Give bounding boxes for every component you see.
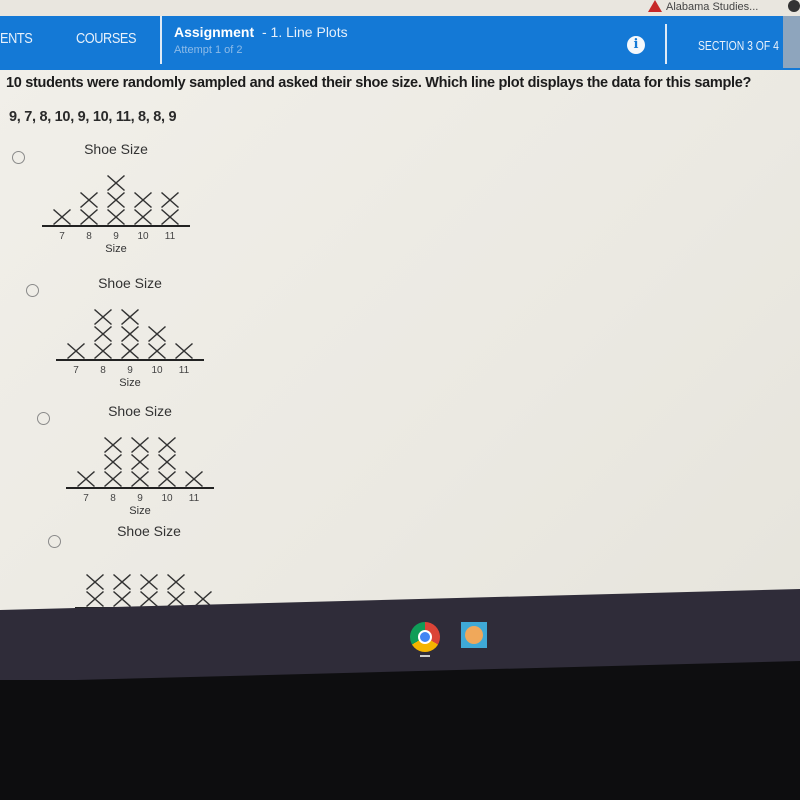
x-mark [94,325,112,343]
active-app-indicator [420,655,430,657]
app-header: ENTS COURSES Assignment - 1. Line Plots … [0,16,800,70]
assignment-label-text: Assignment [174,24,255,40]
x-mark [107,191,125,209]
tick-label: 10 [151,365,163,376]
assignment-label: Assignment [174,24,254,40]
screen-bezel [0,680,800,800]
x-mark [80,208,98,226]
tick-label: 7 [73,365,79,376]
x-mark [148,325,166,343]
x-mark [121,308,139,326]
answer-option-c[interactable]: Shoe Size 7 8 9 10 11 Size [0,400,230,520]
x-mark [107,174,125,192]
x-mark [134,208,152,226]
x-mark [104,453,122,471]
assignment-name: - 1. Line Plots [262,24,348,40]
x-mark [148,342,166,360]
x-mark [94,308,112,326]
x-mark [161,191,179,209]
x-mark [77,470,95,488]
x-axis-label: Size [119,377,140,389]
line-plot-b: Shoe Size 7 8 9 10 11 Size [56,275,204,389]
x-mark [86,590,104,608]
plot-group: Shoe Size 7 8 9 10 11 Size [42,141,190,255]
header-divider-right [665,24,667,64]
x-axis-label: Size [105,243,126,255]
x-mark [134,191,152,209]
x-mark [185,470,203,488]
x-mark [113,573,131,591]
x-mark [161,208,179,226]
tick-label: 7 [59,231,65,242]
plot-group: Shoe Size 7 8 9 10 11 Size [66,403,214,517]
nav-tab-courses[interactable]: COURSES [76,30,137,47]
nav-tab-students[interactable]: ENTS [0,30,33,47]
question-data: 9, 7, 8, 10, 9, 10, 11, 8, 8, 9 [9,109,177,125]
x-mark [94,342,112,360]
x-mark [131,436,149,454]
tick-label: 9 [113,231,119,242]
question-prompt: 10 students were randomly sampled and as… [6,75,752,91]
warning-icon [648,0,662,12]
x-mark [113,590,131,608]
tick-label: 7 [83,493,89,504]
x-mark [86,573,104,591]
extension-icon[interactable] [788,0,800,12]
header-divider [160,16,162,64]
plot-title: Shoe Size [84,141,148,157]
bookmarks-bar: Alabama Studies... [0,0,800,16]
x-mark [67,342,85,360]
plot-title: Shoe Size [98,275,162,291]
x-mark [158,436,176,454]
bookmark-item[interactable]: Alabama Studies... [666,0,758,14]
question-content: 10 students were randomly sampled and as… [0,70,800,650]
tick-label: 10 [137,231,149,242]
x-mark [158,470,176,488]
tick-label: 11 [165,231,176,242]
x-axis-label: Size [129,505,150,517]
x-mark [107,208,125,226]
info-icon[interactable]: i [627,36,645,54]
x-mark [131,470,149,488]
x-mark [121,325,139,343]
line-plot-a: Shoe Size 7 8 9 10 11 Size [42,141,190,255]
x-mark [167,573,185,591]
tick-label: 8 [100,365,106,376]
attempt-label: Attempt 1 of 2 [174,44,243,56]
section-indicator[interactable]: SECTION 3 OF 4 [698,38,779,53]
header-edge [783,16,800,68]
x-mark [158,453,176,471]
tick-label: 8 [110,493,116,504]
tick-label: 9 [127,365,133,376]
tick-label: 9 [137,493,143,504]
plot-group: Shoe Size 7 8 9 10 11 Size [56,275,204,389]
x-mark [121,342,139,360]
tick-label: 11 [189,493,200,504]
x-mark [80,191,98,209]
line-plot-c: Shoe Size 7 8 9 10 11 Size [66,403,214,517]
tick-label: 10 [161,493,173,504]
tick-label: 11 [179,365,190,376]
x-mark [175,342,193,360]
screen: Alabama Studies... ENTS COURSES Assignme… [0,0,800,800]
app-icon[interactable] [461,622,487,648]
x-mark [104,470,122,488]
tick-label: 8 [86,231,92,242]
x-mark [104,436,122,454]
answer-option-b[interactable]: Shoe Size 7 8 9 10 11 Size [0,270,230,390]
x-mark [131,453,149,471]
answer-option-a[interactable]: Shoe Size 7 8 9 10 11 Size [0,140,230,260]
x-mark [140,590,158,608]
x-mark [53,208,71,226]
chrome-icon[interactable] [410,622,440,652]
plot-title: Shoe Size [108,403,172,419]
x-mark [140,573,158,591]
plot-title: Shoe Size [117,523,181,539]
